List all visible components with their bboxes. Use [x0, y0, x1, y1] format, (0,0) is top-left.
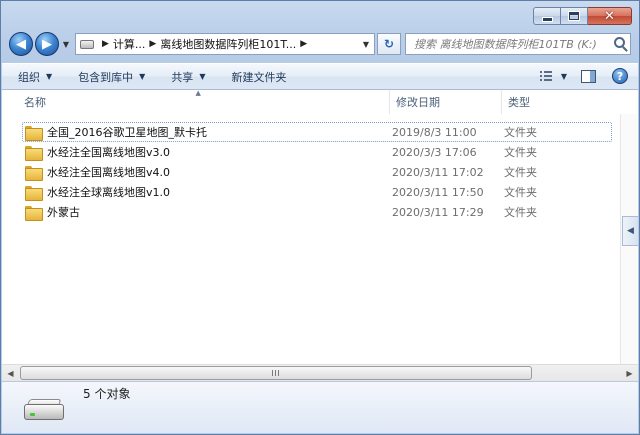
forward-button[interactable]: ▶	[35, 32, 59, 56]
file-date: 2019/8/3 11:00	[392, 125, 477, 139]
file-type: 文件夹	[504, 166, 537, 179]
close-button[interactable]: ✕	[588, 7, 632, 25]
include-in-library-menu[interactable]: 包含到库中 ▼	[78, 69, 145, 85]
file-name-cell: 水经注全球离线地图v1.0	[23, 184, 392, 201]
file-type: 文件夹	[504, 146, 537, 159]
command-bar: 组织 ▼ 包含到库中 ▼ 共享 ▼ 新建文件夹 ▼ ?	[2, 63, 638, 90]
view-options-icon[interactable]	[539, 70, 553, 82]
include-in-library-label: 包含到库中	[78, 70, 134, 84]
scroll-right-icon[interactable]: ▶	[621, 365, 638, 381]
breadcrumb-computer[interactable]: 计算...	[113, 36, 146, 52]
chevron-down-icon: ▼	[46, 72, 53, 81]
toolbar-right: ▼ ?	[539, 68, 628, 84]
file-date: 2020/3/3 17:06	[392, 145, 477, 159]
maximize-icon	[569, 12, 579, 20]
file-name-cell: 全国_2016谷歌卫星地图_默卡托	[23, 124, 392, 141]
column-headers: ▲ 名称 修改日期 类型	[2, 90, 620, 114]
grip-icon	[272, 370, 280, 376]
file-name-cell: 水经注全国离线地图v3.0	[23, 144, 392, 161]
breadcrumb-chevron-icon[interactable]: ▶	[149, 39, 156, 49]
scroll-left-icon[interactable]: ◀	[2, 365, 19, 381]
file-date: 2020/3/11 17:29	[392, 205, 484, 219]
file-name: 外蒙古	[47, 206, 80, 219]
file-name: 水经注全球离线地图v1.0	[47, 186, 171, 199]
recent-pages-dropdown[interactable]: ▼	[61, 40, 71, 49]
arrow-right-icon: ▶	[42, 36, 52, 52]
breadcrumb-chevron-icon[interactable]: ▶	[300, 39, 307, 49]
organize-menu[interactable]: 组织 ▼	[18, 69, 52, 85]
drive-icon	[80, 39, 94, 49]
column-header-type[interactable]: 类型	[502, 90, 612, 114]
file-name-cell: 外蒙古	[23, 204, 392, 221]
file-name: 水经注全国离线地图v3.0	[47, 146, 171, 159]
file-type: 文件夹	[504, 126, 537, 139]
file-list: ▲ 名称 修改日期 类型 全国_2016谷歌卫星地图_默卡托 2019/8/3 …	[2, 90, 638, 364]
organize-label: 组织	[18, 70, 40, 84]
sort-ascending-icon: ▲	[195, 90, 201, 97]
file-rows: 全国_2016谷歌卫星地图_默卡托 2019/8/3 11:00 文件夹 水经注…	[2, 122, 620, 222]
item-count: 5 个对象	[83, 387, 131, 401]
back-button[interactable]: ◀	[9, 32, 33, 56]
column-header-date[interactable]: 修改日期	[390, 90, 502, 114]
navigation-bar: ◀ ▶ ▼ ▶ 计算... ▶ 离线地图数据阵列柜101T... ▶ ▼ ↻ 搜…	[9, 31, 631, 57]
folder-icon	[25, 145, 43, 161]
file-name: 全国_2016谷歌卫星地图_默卡托	[47, 126, 207, 139]
column-header-type-label: 类型	[508, 96, 530, 109]
share-menu[interactable]: 共享 ▼	[171, 69, 205, 85]
scrollbar-thumb[interactable]	[20, 366, 532, 380]
caption-buttons: ✕	[533, 7, 632, 25]
table-row[interactable]: 水经注全国离线地图v4.0 2020/3/11 17:02 文件夹	[22, 162, 612, 182]
view-dropdown-icon[interactable]: ▼	[561, 72, 567, 81]
details-pane: 5 个对象	[2, 381, 638, 433]
maximize-button[interactable]	[561, 7, 588, 25]
chevron-down-icon: ▼	[199, 72, 206, 81]
column-header-name-label: 名称	[24, 96, 46, 109]
search-input[interactable]: 搜索 离线地图数据阵列柜101TB (K:)	[405, 33, 631, 55]
file-type: 文件夹	[504, 186, 537, 199]
column-header-name[interactable]: ▲ 名称	[2, 90, 390, 114]
table-row[interactable]: 外蒙古 2020/3/11 17:29 文件夹	[22, 202, 612, 222]
chevron-down-icon: ▼	[139, 72, 146, 81]
close-icon: ✕	[604, 8, 615, 24]
hard-drive-icon	[22, 396, 66, 426]
explorer-window: ✕ ◀ ▶ ▼ ▶ 计算... ▶ 离线地图数据阵列柜101T... ▶ ▼ ↻…	[0, 0, 640, 435]
arrow-left-icon: ◀	[16, 36, 26, 52]
table-row[interactable]: 水经注全国离线地图v3.0 2020/3/3 17:06 文件夹	[22, 142, 612, 162]
refresh-icon: ↻	[383, 37, 395, 51]
file-name: 水经注全国离线地图v4.0	[47, 166, 171, 179]
table-row[interactable]: 全国_2016谷歌卫星地图_默卡托 2019/8/3 11:00 文件夹	[22, 122, 612, 142]
help-icon[interactable]: ?	[612, 68, 628, 84]
refresh-button[interactable]: ↻	[377, 33, 401, 55]
preview-pane-icon[interactable]	[581, 69, 596, 83]
file-name-cell: 水经注全国离线地图v4.0	[23, 164, 392, 181]
minimize-button[interactable]	[533, 7, 561, 25]
column-header-date-label: 修改日期	[396, 96, 440, 109]
search-icon	[614, 37, 625, 48]
minimize-icon	[542, 17, 552, 21]
collapse-pane-icon[interactable]: ◀	[622, 216, 638, 246]
folder-icon	[25, 185, 43, 201]
new-folder-label: 新建文件夹	[231, 70, 287, 84]
folder-icon	[25, 205, 43, 221]
horizontal-scrollbar[interactable]: ◀ ▶	[2, 364, 638, 381]
address-bar[interactable]: ▶ 计算... ▶ 离线地图数据阵列柜101T... ▶ ▼	[75, 33, 375, 55]
breadcrumb-chevron-icon[interactable]: ▶	[102, 39, 109, 49]
share-label: 共享	[171, 70, 194, 84]
search-placeholder: 搜索 离线地图数据阵列柜101TB (K:)	[414, 38, 597, 51]
chevron-down-icon[interactable]: ▼	[358, 34, 374, 54]
breadcrumb-drive[interactable]: 离线地图数据阵列柜101T...	[160, 36, 296, 52]
file-type: 文件夹	[504, 206, 537, 219]
folder-icon	[25, 165, 43, 181]
table-row[interactable]: 水经注全球离线地图v1.0 2020/3/11 17:50 文件夹	[22, 182, 612, 202]
new-folder-button[interactable]: 新建文件夹	[231, 69, 286, 85]
file-date: 2020/3/11 17:50	[392, 185, 484, 199]
file-date: 2020/3/11 17:02	[392, 165, 484, 179]
folder-icon	[25, 125, 43, 141]
